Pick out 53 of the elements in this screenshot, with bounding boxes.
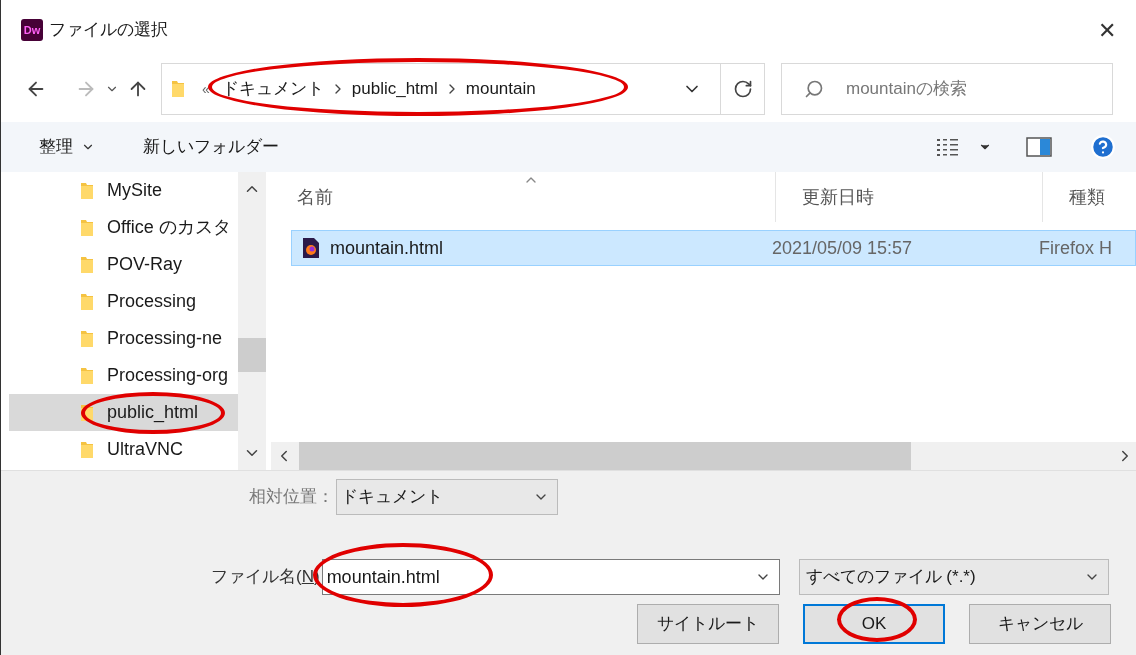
folder-tree-item[interactable]: MySite — [9, 172, 238, 209]
dialog-button[interactable]: キャンセル — [969, 604, 1111, 644]
scrollbar-thumb[interactable] — [238, 338, 266, 372]
folder-tree-item[interactable]: Processing — [9, 283, 238, 320]
close-button[interactable]: ✕ — [1092, 13, 1122, 47]
breadcrumb[interactable]: public_html — [351, 76, 438, 102]
dialog-button[interactable]: OK — [803, 604, 945, 644]
file-type-dropdown[interactable]: すべてのファイル (*.*) — [798, 559, 1109, 595]
column-header[interactable]: 種類 — [1043, 172, 1136, 222]
folder-icon — [170, 80, 186, 98]
search-field[interactable]: mountainの検索 — [781, 63, 1113, 115]
window-title: ファイルの選択 — [49, 19, 168, 42]
modified-date: 2021/05/09 15:57 — [772, 236, 914, 260]
app-logo: Dw — [21, 19, 43, 41]
breadcrumb[interactable]: mountain — [465, 76, 536, 102]
preview-pane-icon[interactable] — [1026, 137, 1052, 157]
refresh-icon[interactable] — [732, 79, 753, 99]
folder-tree-item[interactable]: Office のカスタ — [9, 209, 238, 246]
overflow-chevron[interactable]: « — [202, 78, 210, 100]
organize-menu[interactable]: 整理 — [39, 134, 95, 160]
search-icon — [804, 79, 824, 99]
folder-icon — [79, 329, 95, 348]
folder-icon — [79, 366, 95, 385]
breadcrumb[interactable]: ドキュメント — [221, 76, 324, 102]
new-folder-button[interactable]: 新しいフォルダー — [143, 134, 279, 160]
folder-tree-item[interactable]: Processing-org — [9, 357, 238, 394]
relative-position-dropdown[interactable]: ドキュメント — [336, 479, 558, 515]
html-file-icon — [302, 237, 320, 259]
scrollbar-thumb[interactable] — [299, 442, 911, 470]
column-header[interactable]: 更新日時 — [776, 172, 1043, 222]
folder-icon — [79, 440, 95, 459]
horizontal-scrollbar[interactable] — [271, 442, 1136, 470]
folder-tree-item[interactable]: public_html — [9, 394, 238, 431]
address-bar[interactable]: « ドキュメント public_html mountain — [161, 63, 765, 115]
folder-icon — [79, 292, 95, 311]
folder-tree-item[interactable]: Processing-ne — [9, 320, 238, 357]
file-name-input[interactable]: mountain.html — [326, 563, 727, 591]
file-type: Firefox H — [1039, 236, 1112, 260]
relative-position-label: 相対位置： — [249, 486, 334, 509]
vertical-scrollbar[interactable] — [238, 172, 266, 470]
help-icon[interactable] — [1090, 134, 1116, 160]
file-row[interactable]: mountain.html 2021/05/09 15:57 Firefox H — [291, 230, 1136, 266]
folder-tree-item[interactable]: POV-Ray — [9, 246, 238, 283]
dialog-button[interactable]: サイトルート — [637, 604, 779, 644]
column-header[interactable]: 名前 — [271, 172, 776, 222]
folder-icon — [79, 218, 95, 237]
folder-tree-item[interactable]: UltraVNC — [9, 431, 238, 468]
folder-icon — [79, 181, 95, 200]
folder-icon — [79, 255, 95, 274]
view-list-icon[interactable] — [936, 137, 960, 157]
file-name-field[interactable]: mountain.html — [321, 559, 780, 595]
search-input[interactable]: mountainの検索 — [846, 76, 1086, 102]
file-name: mountain.html — [330, 236, 444, 260]
